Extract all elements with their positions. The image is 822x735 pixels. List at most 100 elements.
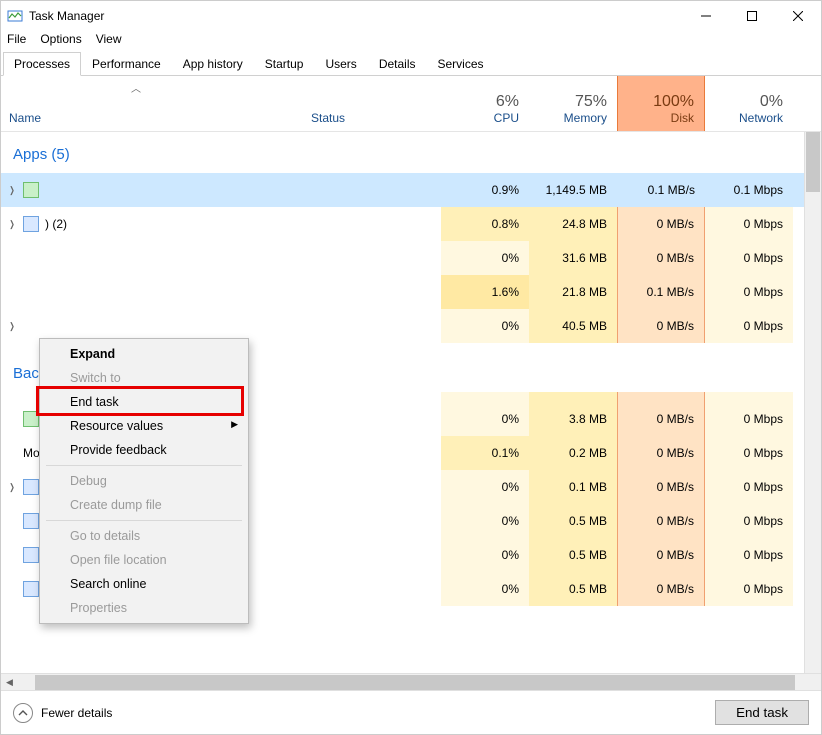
hscroll-thumb[interactable] [35, 675, 795, 690]
cell-disk: 0 MB/s [617, 436, 705, 470]
process-icon [23, 411, 39, 427]
expand-arrow-icon[interactable]: ❯ [9, 219, 16, 230]
cell-disk: 0 MB/s [617, 538, 705, 572]
table-row[interactable]: ❯ 0.9%1,149.5 MB0.1 MB/s0.1 Mbps [1, 173, 804, 207]
expand-arrow-icon[interactable]: ❯ [9, 185, 16, 196]
column-disk[interactable]: 100% Disk [617, 76, 705, 131]
expand-arrow-icon[interactable]: ❯ [9, 482, 16, 493]
menu-item-search-online[interactable]: Search online [42, 572, 246, 596]
cell-network: 0 Mbps [705, 504, 793, 538]
menu-item-end-task[interactable]: End task [42, 390, 246, 414]
horizontal-scrollbar[interactable]: ◀ [1, 673, 821, 690]
cell-memory: 1,149.5 MB [529, 173, 617, 207]
vertical-scrollbar[interactable] [804, 132, 821, 673]
menu-item-switch-to: Switch to [42, 366, 246, 390]
menu-item-debug: Debug [42, 469, 246, 493]
tab-performance[interactable]: Performance [81, 52, 172, 76]
maximize-button[interactable] [729, 1, 775, 31]
menu-options[interactable]: Options [40, 32, 81, 46]
column-network[interactable]: 0% Network [705, 76, 793, 131]
cell-disk: 0.1 MB/s [617, 275, 705, 309]
process-icon [23, 216, 39, 232]
menu-item-resource-values[interactable]: Resource values▶ [42, 414, 246, 438]
disk-usage-percent: 100% [653, 93, 694, 111]
tab-processes[interactable]: Processes [3, 52, 81, 76]
table-row[interactable]: ❯) (2)0.8%24.8 MB0 MB/s0 Mbps [1, 207, 804, 241]
fewer-details-button[interactable]: Fewer details [13, 703, 112, 723]
table-row[interactable]: 1.6%21.8 MB0.1 MB/s0 Mbps [1, 275, 804, 309]
process-icon [23, 581, 39, 597]
sort-chevron-icon: ︿ [131, 80, 141, 95]
expand-arrow-icon[interactable]: ❯ [9, 321, 16, 332]
column-status[interactable]: Status [311, 76, 441, 131]
cell-network: 0 Mbps [705, 436, 793, 470]
minimize-button[interactable] [683, 1, 729, 31]
titlebar: Task Manager [1, 1, 821, 31]
scroll-left-arrow-icon[interactable]: ◀ [1, 677, 18, 688]
menu-separator [46, 465, 242, 466]
menu-item-open-file-location: Open file location [42, 548, 246, 572]
menu-item-create-dump-file: Create dump file [42, 493, 246, 517]
cell-memory: 40.5 MB [529, 309, 617, 343]
cell-cpu: 0.1% [441, 436, 529, 470]
end-task-button[interactable]: End task [715, 700, 809, 725]
column-memory[interactable]: 75% Memory [529, 76, 617, 131]
table-row[interactable]: 0%31.6 MB0 MB/s0 Mbps [1, 241, 804, 275]
process-table-body: Apps (5)❯0.9%1,149.5 MB0.1 MB/s0.1 Mbps❯… [1, 132, 821, 673]
cell-memory: 31.6 MB [529, 241, 617, 275]
column-cpu[interactable]: 6% CPU [441, 76, 529, 131]
tab-app-history[interactable]: App history [172, 52, 254, 76]
cell-memory: 3.8 MB [529, 402, 617, 436]
process-icon [23, 182, 39, 198]
memory-usage-percent: 75% [575, 93, 607, 111]
column-cpu-label: CPU [494, 111, 519, 125]
close-button[interactable] [775, 1, 821, 31]
menu-item-properties: Properties [42, 596, 246, 620]
cell-network: 0.1 Mbps [705, 173, 793, 207]
cell-cpu: 0% [441, 572, 529, 606]
cell-network: 0 Mbps [705, 572, 793, 606]
column-status-label: Status [311, 111, 345, 125]
cell-disk: 0 MB/s [617, 470, 705, 504]
cell-memory: 0.5 MB [529, 538, 617, 572]
cell-network: 0 Mbps [705, 207, 793, 241]
cell-disk: 0 MB/s [617, 504, 705, 538]
column-memory-label: Memory [564, 111, 607, 125]
column-disk-label: Disk [671, 111, 694, 125]
menu-item-expand[interactable]: Expand [42, 342, 246, 366]
menubar: File Options View [1, 31, 821, 51]
cell-cpu: 0.8% [441, 207, 529, 241]
menu-file[interactable]: File [7, 32, 26, 46]
cell-disk: 0 MB/s [617, 402, 705, 436]
process-name: ) (2) [45, 217, 67, 231]
cell-memory: 0.5 MB [529, 504, 617, 538]
cell-memory: 0.2 MB [529, 436, 617, 470]
column-name[interactable]: ︿ Name [1, 76, 311, 131]
tab-users[interactable]: Users [314, 52, 367, 76]
cell-name: ❯ [1, 321, 311, 332]
cell-memory: 0.5 MB [529, 572, 617, 606]
group-apps-title: Apps (5) [1, 132, 804, 173]
cell-disk: 0 MB/s [617, 241, 705, 275]
menu-item-provide-feedback[interactable]: Provide feedback [42, 438, 246, 462]
cell-cpu: 0% [441, 538, 529, 572]
cell-network: 0 Mbps [705, 470, 793, 504]
cpu-usage-percent: 6% [496, 93, 519, 111]
cell-name: ❯ [1, 182, 311, 198]
tab-services[interactable]: Services [427, 52, 495, 76]
cell-disk: 0.1 MB/s [617, 173, 705, 207]
menu-view[interactable]: View [96, 32, 122, 46]
column-header-row: ︿ Name Status 6% CPU 75% Memory 100% Dis… [1, 76, 821, 132]
app-icon [7, 8, 23, 24]
process-icon [23, 513, 39, 529]
cell-cpu: 0% [441, 504, 529, 538]
cell-memory [529, 392, 617, 402]
cell-memory: 21.8 MB [529, 275, 617, 309]
scrollbar-thumb[interactable] [806, 132, 820, 192]
tab-startup[interactable]: Startup [254, 52, 315, 76]
context-menu: ExpandSwitch toEnd taskResource values▶P… [39, 338, 249, 624]
cell-cpu: 0.9% [441, 173, 529, 207]
tab-details[interactable]: Details [368, 52, 427, 76]
cell-name: ❯ ) (2) [1, 216, 311, 232]
cell-cpu: 0% [441, 309, 529, 343]
